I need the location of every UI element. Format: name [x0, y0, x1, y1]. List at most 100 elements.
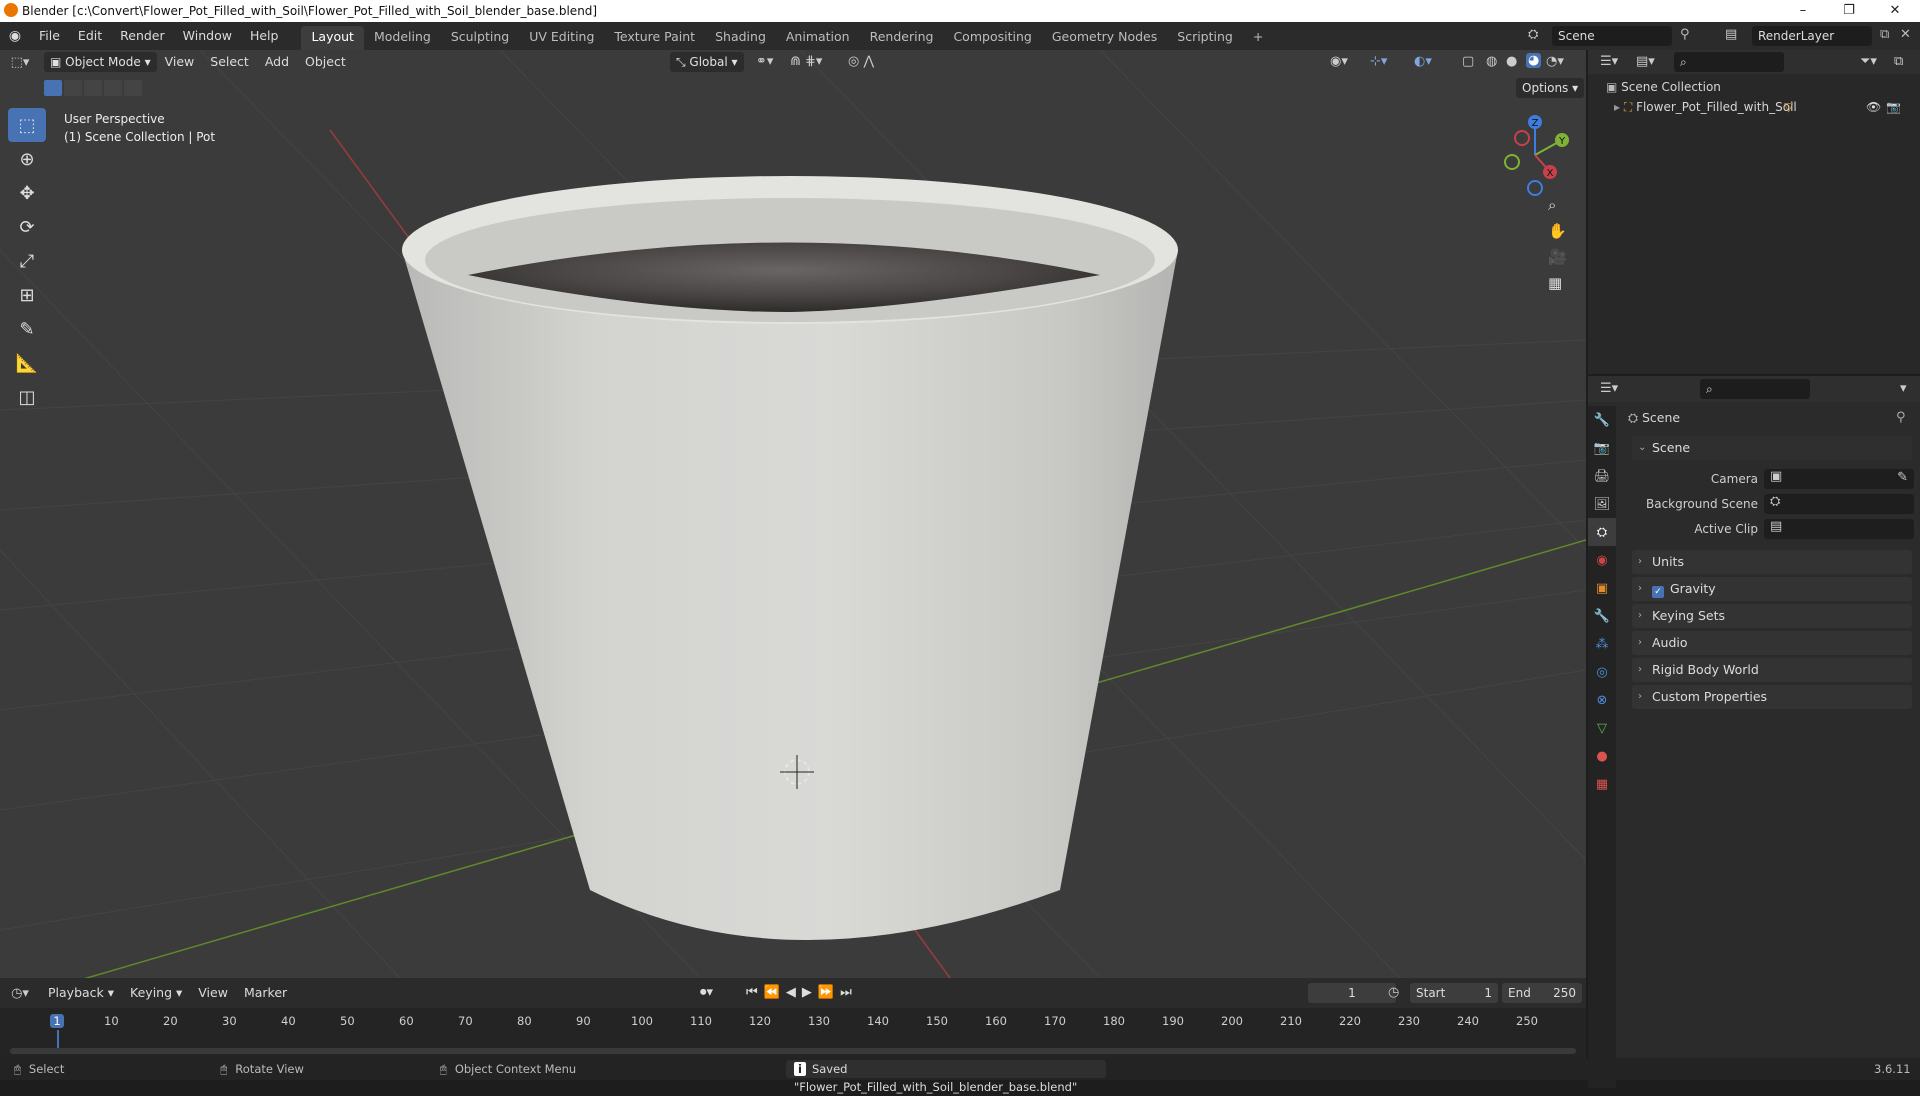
measure-tool[interactable]: 📐 [8, 346, 46, 380]
active-clip-field[interactable]: ▤ [1764, 519, 1914, 539]
perspective-grid-icon[interactable]: ▦ [1548, 274, 1567, 292]
background-scene-field[interactable]: ⛭ [1764, 494, 1914, 514]
tab-geometry-nodes[interactable]: Geometry Nodes [1042, 26, 1167, 50]
panel-gravity[interactable]: › ✓ Gravity [1632, 577, 1912, 601]
add-cube-tool[interactable]: ◫ [8, 380, 46, 414]
snap-icon[interactable]: ⋒ ⋕▾ [790, 54, 822, 69]
object-mode-dropdown[interactable]: ▣ Object Mode ▾ [44, 52, 157, 72]
timeline-scrollbar[interactable] [10, 1048, 1576, 1054]
gravity-checkbox[interactable]: ✓ [1652, 586, 1664, 598]
camera-render-icon[interactable]: 📷 [1886, 100, 1901, 114]
outliner-search-input[interactable]: ⌕ [1674, 52, 1784, 72]
view-layer-icon[interactable]: ▤ [1725, 27, 1737, 42]
tab-texture-paint[interactable]: Texture Paint [604, 26, 705, 50]
new-collection-icon[interactable]: ⧉ [1894, 54, 1903, 69]
material-tab-icon[interactable]: ● [1588, 742, 1616, 770]
gizmo-z-label[interactable]: Z [1532, 118, 1539, 129]
tab-compositing[interactable]: Compositing [943, 26, 1041, 50]
outliner-scene-collection[interactable]: ▣ Scene Collection [1606, 80, 1721, 94]
zoom-icon[interactable]: ⌕ [1548, 196, 1567, 214]
timeline-editor-icon[interactable]: ◷▾ [0, 986, 40, 1001]
tab-shading[interactable]: Shading [705, 26, 776, 50]
object-tab-icon[interactable]: ▣ [1588, 574, 1616, 602]
panel-scene[interactable]: ⌄ Scene [1632, 436, 1912, 460]
pan-hand-icon[interactable]: ✋ [1548, 222, 1567, 240]
render-tab-icon[interactable]: 📷 [1588, 434, 1616, 462]
panel-keying-sets[interactable]: › Keying Sets [1632, 604, 1912, 628]
eye-visibility-icon[interactable]: 👁 [1866, 100, 1881, 114]
preview-range-icon[interactable]: ◷ [1388, 985, 1399, 1000]
timeline-ruler[interactable]: 1 10 20 30 40 50 60 70 80 90 100 110 120… [0, 1008, 1586, 1058]
minimize-button[interactable]: – [1780, 0, 1826, 22]
end-frame-field[interactable]: End 250 [1502, 983, 1582, 1003]
properties-options-icon[interactable]: ▾ [1900, 381, 1907, 396]
camera-field[interactable]: ▣ ✎ [1764, 469, 1914, 489]
viewport-menu-add[interactable]: Add [257, 50, 297, 74]
tab-rendering[interactable]: Rendering [860, 26, 944, 50]
navigation-gizmo[interactable]: Z Y X [1490, 110, 1580, 200]
eyedropper-icon[interactable]: ✎ [1897, 470, 1908, 485]
particles-tab-icon[interactable]: ⁂ [1588, 630, 1616, 658]
blender-menu-icon[interactable]: ◉ [0, 28, 30, 44]
material-shading-icon[interactable]: ◕ [1526, 53, 1542, 68]
tab-animation[interactable]: Animation [776, 26, 860, 50]
cursor-tool[interactable]: ⊕ [8, 142, 46, 176]
transform-tool[interactable]: ⊞ [8, 278, 46, 312]
panel-audio[interactable]: › Audio [1632, 631, 1912, 655]
menu-render[interactable]: Render [111, 22, 174, 50]
start-frame-field[interactable]: Start 1 [1410, 983, 1498, 1003]
menu-file[interactable]: File [30, 22, 69, 50]
scene-tab-icon[interactable]: ⛭ [1588, 518, 1616, 546]
transform-orientation-dropdown[interactable]: ⤡ Global ▾ [670, 52, 744, 72]
3d-viewport[interactable]: ⬚▾ ▣ Object Mode ▾ View Select Add Objec… [0, 50, 1586, 978]
playback-controls[interactable]: ⏮⏪◀▶⏩⏭ [746, 985, 858, 1000]
pin-context-icon[interactable]: ⚲ [1896, 410, 1906, 425]
display-mode-icon[interactable]: ▤▾ [1636, 54, 1655, 69]
expand-arrow-icon[interactable]: ▸ [1614, 100, 1624, 114]
tool-tab-icon[interactable]: 🔧 [1588, 406, 1616, 434]
record-icon[interactable]: ⏺▾ [700, 985, 713, 1000]
gizmo-toggle-icon[interactable]: ⊹▾ [1370, 54, 1387, 69]
texture-tab-icon[interactable]: ▦ [1588, 770, 1616, 798]
view-layer-selector[interactable]: RenderLayer [1752, 26, 1872, 46]
pin-icon[interactable]: ⚲ [1680, 27, 1690, 42]
new-view-layer-icon[interactable]: ⧉ [1880, 27, 1889, 42]
frame-tick-1[interactable]: 1 [50, 1014, 64, 1028]
xray-icon[interactable]: ▢ [1462, 54, 1474, 69]
remove-view-layer-icon[interactable]: ✕ [1900, 27, 1911, 42]
proportional-edit-icon[interactable]: ◎ ⋀ [848, 54, 874, 69]
select-box-tool[interactable]: ⬚ [8, 108, 46, 142]
view-layer-tab-icon[interactable]: 🖼 [1588, 490, 1616, 518]
object-data-tab-icon[interactable]: ▽ [1588, 714, 1616, 742]
select-invert-icon[interactable] [104, 80, 122, 96]
gizmo-x-label[interactable]: X [1547, 168, 1554, 179]
select-subtract-icon[interactable] [84, 80, 102, 96]
outliner-item[interactable]: ▸ ⛶ Flower_Pot_Filled_with_Soil ▽ 👁 📷 [1614, 100, 1914, 115]
tab-uv-editing[interactable]: UV Editing [519, 26, 604, 50]
editor-type-icon[interactable]: ⬚▾ [0, 55, 40, 70]
select-new-icon[interactable] [44, 80, 62, 96]
viewport-menu-view[interactable]: View [157, 50, 203, 74]
maximize-button[interactable]: ❐ [1826, 0, 1872, 22]
viewport-menu-select[interactable]: Select [202, 50, 257, 74]
filter-icon[interactable]: ⏷▾ [1860, 54, 1877, 69]
status-message[interactable]: i Saved "Flower_Pot_Filled_with_Soil_blen… [786, 1060, 1106, 1094]
select-intersect-icon[interactable] [124, 80, 142, 96]
physics-tab-icon[interactable]: ◎ [1588, 658, 1616, 686]
close-button[interactable]: ✕ [1872, 0, 1918, 22]
visibility-icon[interactable]: ◉▾ [1330, 54, 1348, 69]
viewport-options-button[interactable]: Options ▾ [1516, 78, 1585, 98]
overlay-toggle-icon[interactable]: ◐▾ [1414, 54, 1432, 69]
tab-sculpting[interactable]: Sculpting [441, 26, 519, 50]
add-workspace-button[interactable]: + [1243, 26, 1273, 50]
move-tool[interactable]: ✥ [8, 176, 46, 210]
pivot-point-icon[interactable]: ⚭▾ [756, 54, 773, 69]
annotate-tool[interactable]: ✎ [8, 312, 46, 346]
scene-icon[interactable]: ⛭ [1528, 27, 1538, 42]
wireframe-shading-icon[interactable]: ◍ [1486, 54, 1497, 69]
camera-view-icon[interactable]: 🎥 [1548, 248, 1567, 266]
menu-help[interactable]: Help [241, 22, 288, 50]
menu-window[interactable]: Window [174, 22, 241, 50]
scene-selector[interactable]: Scene [1552, 26, 1672, 46]
scale-tool[interactable]: ⤢ [8, 244, 46, 278]
